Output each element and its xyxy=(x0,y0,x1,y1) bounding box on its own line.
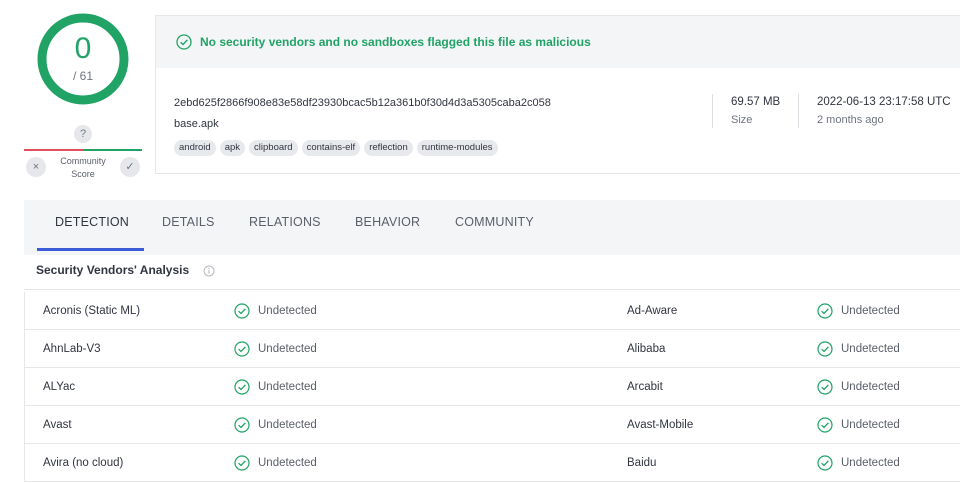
section-title: Security Vendors' Analysis xyxy=(36,263,190,277)
check-circle-icon xyxy=(817,455,833,471)
vendor-name: ALYac xyxy=(43,381,76,393)
tag-runtime-modules[interactable]: runtime-modules xyxy=(416,140,498,156)
check-circle-icon xyxy=(817,417,833,433)
vendor-result: Undetected xyxy=(817,444,900,482)
vendor-name: AhnLab-V3 xyxy=(43,343,101,355)
vendor-result: Undetected xyxy=(234,444,317,482)
vendor-name: Alibaba xyxy=(627,343,666,355)
community-score: ? × Community Score ✓ xyxy=(24,125,142,185)
tab-relations[interactable]: RELATIONS xyxy=(249,200,321,252)
vendor-result: Undetected xyxy=(234,292,317,330)
community-score-label: Community Score xyxy=(60,156,106,179)
file-size-label: Size xyxy=(731,114,753,126)
community-score-bar-negative xyxy=(24,149,83,151)
tab-community[interactable]: COMMUNITY xyxy=(455,200,534,252)
check-icon: ✓ xyxy=(125,161,135,173)
vendor-result: Undetected xyxy=(817,368,900,406)
analysis-date: 2022-06-13 23:17:58 UTC xyxy=(817,96,951,108)
file-info-card: No security vendors and no sandboxes fla… xyxy=(155,15,960,174)
tab-detection[interactable]: DETECTION xyxy=(55,200,129,252)
divider xyxy=(712,94,713,128)
table-row: Avira (no cloud) Undetected Baidu Undete… xyxy=(25,444,960,482)
vendor-name: Ad-Aware xyxy=(627,305,678,317)
close-icon: × xyxy=(32,161,40,173)
vendor-name: Avast-Mobile xyxy=(627,419,694,431)
tag-reflection[interactable]: reflection xyxy=(364,140,413,156)
community-score-bar-positive xyxy=(83,149,142,151)
table-row: ALYac Undetected Arcabit Undetected xyxy=(25,368,960,406)
check-circle-icon xyxy=(234,417,250,433)
vendor-result: Undetected xyxy=(817,330,900,368)
vendor-result: Undetected xyxy=(817,406,900,444)
info-icon[interactable] xyxy=(203,265,215,277)
check-circle-icon xyxy=(817,303,833,319)
tab-behavior[interactable]: BEHAVIOR xyxy=(355,200,420,252)
analysis-date-relative: 2 months ago xyxy=(817,114,884,126)
vendor-results-table: Acronis (Static ML) Undetected Ad-Aware … xyxy=(24,292,960,482)
detection-total: / 61 xyxy=(72,69,93,83)
check-circle-icon xyxy=(234,379,250,395)
vendor-name: Baidu xyxy=(627,457,657,469)
verdict-text: No security vendors and no sandboxes fla… xyxy=(200,35,591,49)
table-row: AhnLab-V3 Undetected Alibaba Undetected xyxy=(25,330,960,368)
vendor-name: Avast xyxy=(43,419,72,431)
file-tags: android apk clipboard contains-elf refle… xyxy=(174,140,498,156)
check-circle-icon xyxy=(234,341,250,357)
vendor-result: Undetected xyxy=(234,368,317,406)
file-size-value: 69.57 MB xyxy=(731,96,781,108)
tab-bar: DETECTION DETAILS RELATIONS BEHAVIOR COM… xyxy=(24,200,960,255)
check-circle-icon xyxy=(817,341,833,357)
vote-harmless-button[interactable]: ✓ xyxy=(120,157,140,177)
divider xyxy=(24,289,960,290)
tag-apk[interactable]: apk xyxy=(219,140,246,156)
vendor-name: Acronis (Static ML) xyxy=(43,305,141,317)
vendor-name: Avira (no cloud) xyxy=(43,457,124,469)
verdict-banner: No security vendors and no sandboxes fla… xyxy=(156,16,960,68)
tag-clipboard[interactable]: clipboard xyxy=(249,140,298,156)
vendor-result: Undetected xyxy=(234,330,317,368)
check-circle-icon xyxy=(176,34,192,50)
detection-count: 0 xyxy=(74,32,92,65)
question-icon: ? xyxy=(74,125,92,143)
table-row: Acronis (Static ML) Undetected Ad-Aware … xyxy=(25,292,960,330)
vendor-result: Undetected xyxy=(234,406,317,444)
vendor-name: Arcabit xyxy=(627,381,663,393)
check-circle-icon xyxy=(234,455,250,471)
tag-android[interactable]: android xyxy=(174,140,216,156)
table-row: Avast Undetected Avast-Mobile Undetected xyxy=(25,406,960,444)
active-tab-indicator xyxy=(37,248,144,251)
tab-details[interactable]: DETAILS xyxy=(162,200,215,252)
check-circle-icon xyxy=(234,303,250,319)
vendor-result: Undetected xyxy=(817,292,900,330)
tag-contains-elf[interactable]: contains-elf xyxy=(301,140,361,156)
detection-score-ring: 0 / 61 xyxy=(36,12,130,106)
divider xyxy=(798,94,799,128)
file-name: base.apk xyxy=(174,118,219,130)
check-circle-icon xyxy=(817,379,833,395)
file-hash[interactable]: 2ebd625f2866f908e83e58df23930bcac5b12a36… xyxy=(174,97,551,109)
vote-harmful-button[interactable]: × xyxy=(26,157,46,177)
